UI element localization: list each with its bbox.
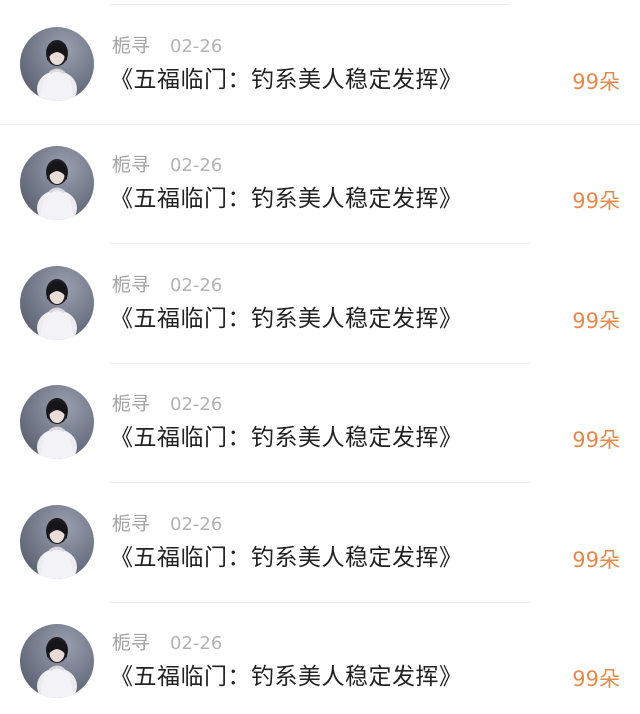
user-name[interactable]: 栀寻	[112, 393, 150, 415]
post-date: 02-26	[170, 275, 223, 296]
post-date: 02-26	[170, 155, 223, 176]
row-divider	[110, 243, 530, 244]
item-title[interactable]: 《五福临门：钓系美人稳定发挥》	[110, 423, 463, 453]
flower-count: 99朵	[572, 667, 620, 691]
list-item[interactable]: 栀寻 02-26 《五福临门：钓系美人稳定发挥》 99朵	[0, 245, 640, 364]
flower-count: 99朵	[572, 548, 620, 572]
user-name[interactable]: 栀寻	[112, 274, 150, 296]
post-date: 02-26	[170, 394, 223, 415]
flower-count: 99朵	[572, 189, 620, 213]
item-title[interactable]: 《五福临门：钓系美人稳定发挥》	[110, 65, 463, 95]
flower-count: 99朵	[572, 428, 620, 452]
gift-list: 栀寻 02-26 《五福临门：钓系美人稳定发挥》 99朵 栀寻 02-26 《五…	[0, 0, 640, 714]
post-date: 02-26	[170, 36, 223, 57]
user-name[interactable]: 栀寻	[112, 35, 150, 57]
top-divider	[110, 4, 510, 5]
avatar[interactable]	[20, 505, 94, 579]
row-divider	[110, 482, 530, 483]
list-item[interactable]: 栀寻 02-26 《五福临门：钓系美人稳定发挥》 99朵	[0, 603, 640, 714]
avatar[interactable]	[20, 266, 94, 340]
avatar[interactable]	[20, 385, 94, 459]
avatar[interactable]	[20, 27, 94, 101]
item-title[interactable]: 《五福临门：钓系美人稳定发挥》	[110, 543, 463, 573]
list-item[interactable]: 栀寻 02-26 《五福临门：钓系美人稳定发挥》 99朵	[0, 6, 640, 125]
flower-count: 99朵	[572, 70, 620, 94]
list-item[interactable]: 栀寻 02-26 《五福临门：钓系美人稳定发挥》 99朵	[0, 125, 640, 244]
user-name[interactable]: 栀寻	[112, 154, 150, 176]
list-item[interactable]: 栀寻 02-26 《五福临门：钓系美人稳定发挥》 99朵	[0, 364, 640, 483]
user-name[interactable]: 栀寻	[112, 632, 150, 654]
user-name[interactable]: 栀寻	[112, 513, 150, 535]
item-title[interactable]: 《五福临门：钓系美人稳定发挥》	[110, 184, 463, 214]
item-title[interactable]: 《五福临门：钓系美人稳定发挥》	[110, 304, 463, 334]
avatar[interactable]	[20, 624, 94, 698]
item-title[interactable]: 《五福临门：钓系美人稳定发挥》	[110, 662, 463, 692]
post-date: 02-26	[170, 633, 223, 654]
avatar[interactable]	[20, 146, 94, 220]
list-item[interactable]: 栀寻 02-26 《五福临门：钓系美人稳定发挥》 99朵	[0, 484, 640, 603]
flower-count: 99朵	[572, 309, 620, 333]
post-date: 02-26	[170, 514, 223, 535]
